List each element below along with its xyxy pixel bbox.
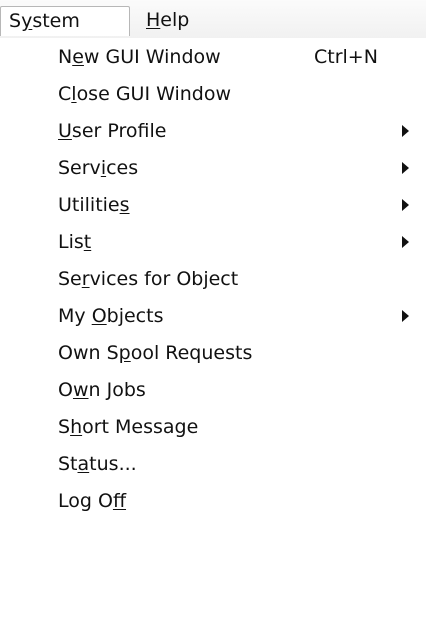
menu-item-label: Own Jobs: [58, 379, 146, 401]
menu-item-new-gui-window[interactable]: New GUI Window Ctrl+N: [0, 38, 426, 76]
menu-system-label: System: [9, 10, 80, 32]
menu-item-label: Own Spool Requests: [58, 342, 253, 364]
submenu-arrow-icon: [402, 310, 409, 322]
menu-item-label: Short Message: [58, 416, 199, 438]
menu-item-label: My Objects: [58, 305, 164, 327]
submenu-arrow-icon: [402, 125, 409, 137]
submenu-arrow-icon: [402, 162, 409, 174]
submenu-arrow-icon: [402, 199, 409, 211]
menu-item-label: Status...: [58, 453, 137, 475]
menu-item-my-objects[interactable]: My Objects: [0, 297, 426, 335]
menu-item-label: List: [58, 231, 92, 253]
menu-item-shortcut: Ctrl+N: [314, 46, 378, 68]
menu-item-label: User Profile: [58, 120, 167, 142]
menu-item-label: Log Off: [58, 490, 127, 512]
menu-item-short-message[interactable]: Short Message: [0, 408, 426, 446]
menu-item-user-profile[interactable]: User Profile: [0, 112, 426, 150]
menu-item-label: Utilities: [58, 194, 130, 216]
menu-item-list[interactable]: List: [0, 223, 426, 261]
menu-help-label: Help: [146, 9, 190, 31]
menu-item-close-gui-window[interactable]: Close GUI Window: [0, 75, 426, 113]
menu-item-utilities[interactable]: Utilities: [0, 186, 426, 224]
menu-bar: System Help: [0, 0, 426, 39]
menu-item-own-spool-requests[interactable]: Own Spool Requests: [0, 334, 426, 372]
menu-item-services[interactable]: Services: [0, 149, 426, 187]
submenu-arrow-icon: [402, 236, 409, 248]
menu-item-label: Close GUI Window: [58, 83, 232, 105]
menu-item-label: Services: [58, 157, 139, 179]
menu-item-label: Services for Object: [58, 268, 239, 290]
menu-item-status[interactable]: Status...: [0, 445, 426, 483]
menu-item-log-off[interactable]: Log Off: [0, 482, 426, 520]
menu-item-own-jobs[interactable]: Own Jobs: [0, 371, 426, 409]
menu-system[interactable]: System: [0, 6, 130, 36]
menu-item-label: New GUI Window: [58, 46, 221, 68]
system-dropdown-menu: New GUI Window Ctrl+N Close GUI Window U…: [0, 38, 426, 626]
menu-item-services-for-object[interactable]: Services for Object: [0, 260, 426, 298]
menu-help[interactable]: Help: [138, 6, 197, 36]
